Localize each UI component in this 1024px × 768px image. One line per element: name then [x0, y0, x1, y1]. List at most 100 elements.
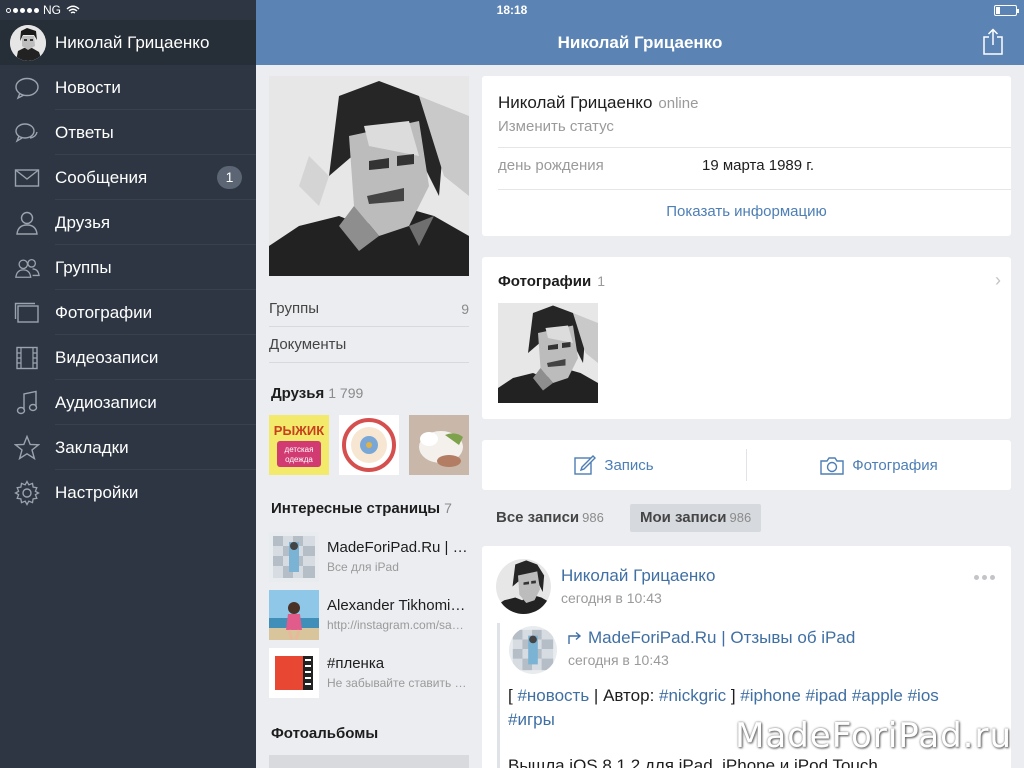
sidebar-item-videos[interactable]: Видеозаписи — [0, 335, 256, 380]
sidebar-user-profile[interactable]: Николай Грицаенко — [0, 20, 256, 65]
people-icon — [14, 255, 40, 281]
hashtag-link[interactable]: #nickgric — [659, 686, 726, 705]
friends-title: Друзья — [271, 385, 325, 402]
post-author-link[interactable]: Николай Грицаенко — [561, 566, 715, 586]
post-body: Вышла iOS 8.1.2 для iPad, iPhone и iPod … — [508, 756, 878, 768]
sidebar-item-label: Сообщения — [55, 167, 148, 187]
page-item-title: #пленка — [327, 655, 385, 672]
tab-label: Все записи — [496, 509, 580, 526]
birthday-value: 19 марта 1989 г. — [702, 157, 815, 174]
new-post-button[interactable]: Запись — [482, 440, 746, 490]
new-photo-button[interactable]: Фотография — [747, 440, 1011, 490]
show-info-button[interactable]: Показать информацию — [482, 203, 1011, 220]
sidebar-item-groups[interactable]: Группы — [0, 245, 256, 290]
birthday-label: день рождения — [498, 157, 604, 174]
profile-left-column: Группы 9 Документы Друзья 1 799 РЫЖИК детс… — [256, 65, 482, 768]
documents-link[interactable]: Документы — [269, 327, 469, 363]
avatar — [10, 24, 46, 61]
hashtag-link[interactable]: #iphone #ipad #apple #ios — [740, 686, 939, 705]
speech-bubble-icon — [14, 75, 40, 101]
interesting-pages-header[interactable]: Интересные страницы 7 — [271, 500, 452, 517]
status-time: 18:18 — [496, 3, 528, 17]
person-icon — [14, 210, 40, 236]
interesting-pages-count: 7 — [444, 500, 452, 516]
sidebar-item-settings[interactable]: Настройки — [0, 470, 256, 515]
page-item-subtitle: http://instagram.com/sashatikhomirov — [327, 618, 469, 632]
photos-card[interactable]: Фотографии 1 › — [482, 257, 1011, 419]
post-timestamp: сегодня в 10:43 — [561, 590, 662, 606]
friend-thumb[interactable] — [339, 415, 399, 475]
svg-text:одежда: одежда — [285, 455, 313, 464]
list-item[interactable]: #пленка Не забывайте ставить лайки — [269, 648, 469, 700]
repost-source-name: MadeForiPad.Ru | Отзывы об iPad — [588, 628, 856, 647]
share-button[interactable] — [982, 28, 1004, 55]
more-options-button[interactable] — [974, 575, 995, 580]
sidebar-item-friends[interactable]: Друзья — [0, 200, 256, 245]
hashtag-link[interactable]: #игры — [508, 710, 555, 729]
groups-link-label: Группы — [269, 300, 319, 317]
pencil-icon — [574, 455, 597, 475]
hashtag-link[interactable]: #новость — [517, 686, 589, 705]
page-thumb — [269, 532, 319, 582]
share-icon — [983, 28, 1003, 55]
friend-thumb[interactable] — [409, 415, 469, 475]
svg-text:детская: детская — [285, 445, 314, 454]
speech-bubbles-icon — [14, 120, 40, 146]
change-status-field[interactable]: Изменить статус — [498, 118, 614, 135]
sidebar-user-name: Николай Грицаенко — [55, 32, 210, 52]
battery-icon — [994, 5, 1019, 16]
sidebar-item-photos[interactable]: Фотографии — [0, 290, 256, 335]
watermark: MadeForiPad.ru — [735, 716, 1012, 756]
repost-source-avatar[interactable] — [509, 626, 557, 674]
photo-thumbnail[interactable] — [498, 303, 598, 403]
friends-count: 1 799 — [328, 385, 364, 401]
sidebar-item-label: Новости — [55, 77, 121, 97]
sidebar-menu: Новости Ответы Сообщения 1 Друзья Группы… — [0, 65, 256, 515]
divider — [498, 189, 1011, 190]
avatar[interactable] — [496, 559, 551, 614]
sidebar-item-label: Группы — [55, 257, 112, 277]
tab-all-posts[interactable]: Все записи 986 — [486, 504, 614, 532]
repost-source-link[interactable]: MadeForiPad.Ru | Отзывы об iPad — [568, 628, 855, 648]
friends-header[interactable]: Друзья 1 799 — [271, 385, 363, 402]
photo-albums-strip[interactable] — [269, 755, 469, 768]
list-item[interactable]: MadeForiPad.Ru | Отзывы об iPad Все для … — [269, 532, 469, 584]
sidebar-item-messages[interactable]: Сообщения 1 — [0, 155, 256, 200]
sidebar-item-label: Аудиозаписи — [55, 392, 157, 412]
gear-icon — [14, 479, 40, 506]
tab-count: 986 — [729, 510, 752, 525]
page-thumb — [269, 648, 319, 698]
profile-name-line: Николай Грицаенко online — [498, 93, 698, 113]
post-text-fragment: ] — [726, 686, 741, 705]
profile-photo[interactable] — [269, 76, 469, 276]
sidebar-item-news[interactable]: Новости — [0, 65, 256, 110]
profile-name: Николай Грицаенко — [498, 93, 653, 112]
list-item[interactable]: Alexander Tikhomirov http://instagram.co… — [269, 590, 469, 642]
film-icon — [14, 345, 40, 371]
online-status: online — [658, 95, 699, 112]
sidebar: Николай Грицаенко Новости Ответы Сообщен… — [0, 0, 256, 768]
music-note-icon — [14, 390, 40, 416]
page-item-title: MadeForiPad.Ru | Отзывы об iPad — [327, 539, 469, 556]
divider — [498, 147, 1011, 148]
photos-title: Фотографии — [498, 273, 592, 290]
sidebar-item-label: Закладки — [55, 437, 129, 457]
groups-count: 9 — [461, 300, 469, 317]
post-text-fragment: | Автор: — [589, 686, 660, 705]
page-title: Николай Грицаенко — [557, 33, 723, 52]
tab-my-posts[interactable]: Мои записи 986 — [630, 504, 762, 532]
camera-icon — [820, 456, 844, 475]
photos-count: 1 — [597, 273, 606, 289]
photo-albums-header[interactable]: Фотоальбомы — [271, 725, 378, 742]
friend-thumb[interactable]: РЫЖИК детская одежда — [269, 415, 329, 475]
page-item-title: Alexander Tikhomirov — [327, 597, 469, 614]
sidebar-item-audio[interactable]: Аудиозаписи — [0, 380, 256, 425]
profile-info-card: Николай Грицаенко online Изменить статус … — [482, 76, 1011, 236]
tab-count: 986 — [582, 510, 604, 525]
sidebar-item-bookmarks[interactable]: Закладки — [0, 425, 256, 470]
groups-link[interactable]: Группы 9 — [269, 291, 469, 327]
compose-actions-card: Запись Фотография — [482, 440, 1011, 490]
sidebar-item-label: Настройки — [55, 482, 139, 502]
repost-arrow-icon — [568, 631, 582, 644]
sidebar-item-answers[interactable]: Ответы — [0, 110, 256, 155]
